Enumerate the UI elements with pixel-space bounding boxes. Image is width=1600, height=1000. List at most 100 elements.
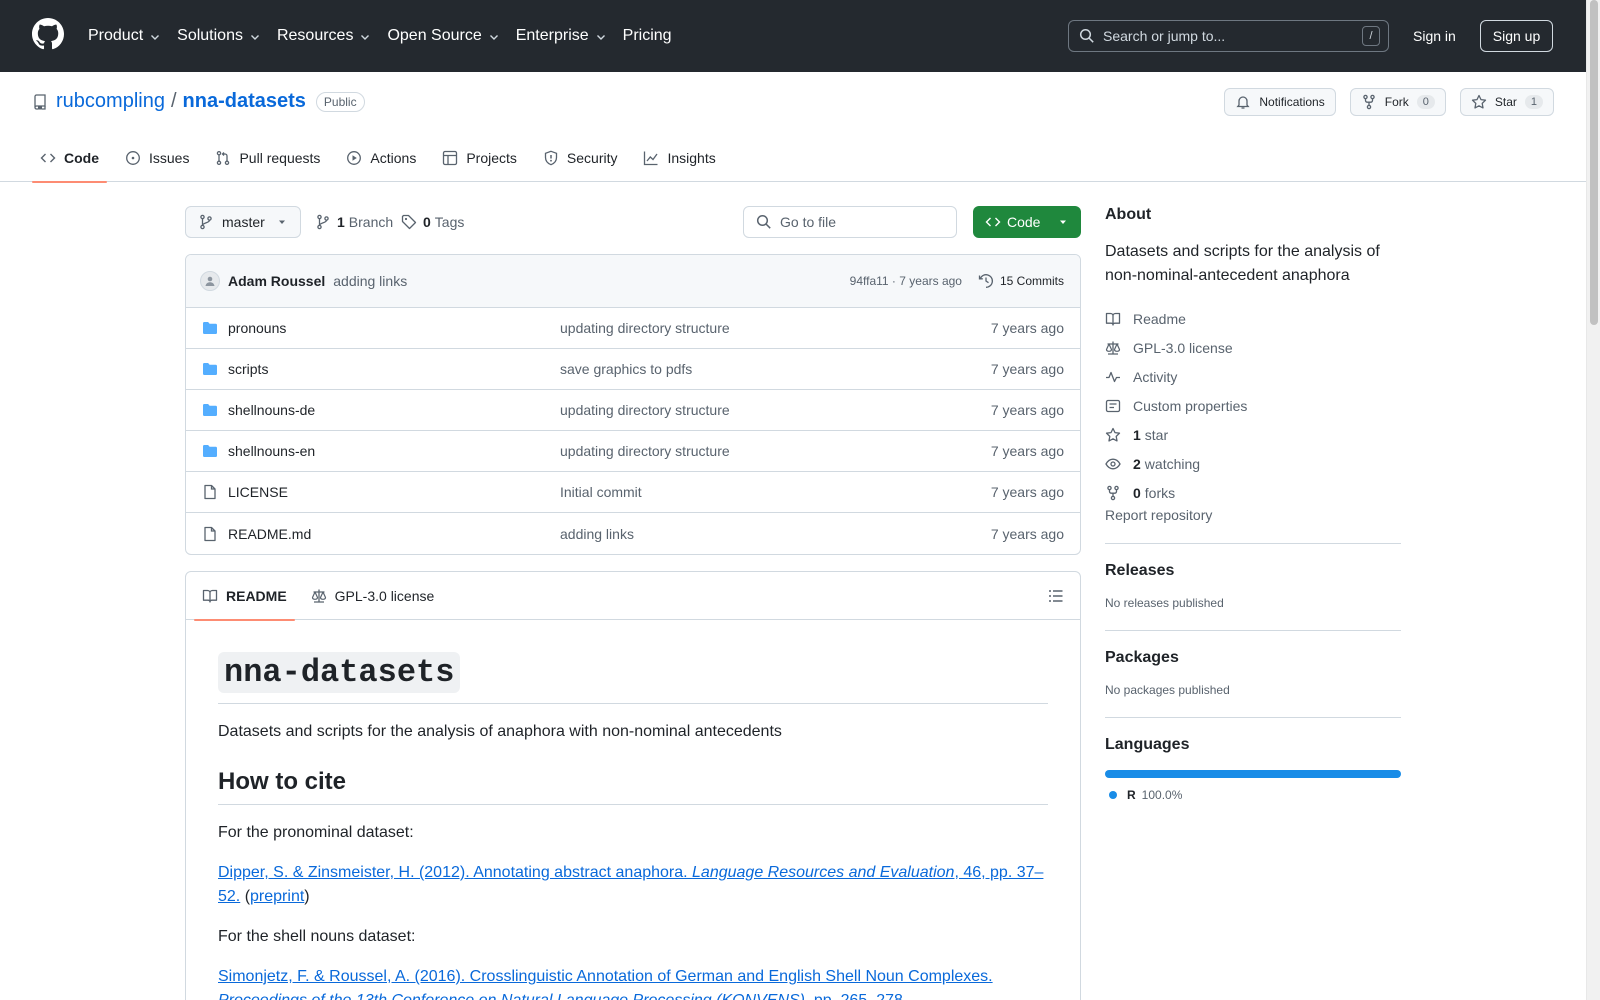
graph-icon bbox=[644, 151, 659, 166]
commit-meta[interactable]: 94ffa11 · 7 years ago bbox=[850, 274, 962, 288]
file-name[interactable]: scripts bbox=[228, 361, 560, 377]
fork-button[interactable]: Fork 0 bbox=[1349, 88, 1446, 116]
forks-link[interactable]: 0 forks bbox=[1105, 478, 1401, 507]
tab-security[interactable]: Security bbox=[535, 134, 626, 182]
report-repository-link[interactable]: Report repository bbox=[1105, 507, 1212, 523]
repo-path-separator: / bbox=[170, 90, 177, 112]
nav-resources-label: Resources bbox=[276, 27, 354, 44]
tab-license[interactable]: GPL-3.0 license bbox=[303, 572, 443, 620]
folder-icon bbox=[203, 322, 217, 334]
license-link[interactable]: GPL-3.0 license bbox=[1105, 333, 1401, 362]
readme-title-code: nna-datasets bbox=[218, 652, 461, 693]
tag-count: 0 bbox=[423, 214, 431, 230]
file-commit-message[interactable]: save graphics to pdfs bbox=[560, 361, 692, 377]
file-name[interactable]: shellnouns-de bbox=[228, 402, 560, 418]
table-row[interactable]: README.md adding links 7 years ago bbox=[186, 513, 1080, 554]
commit-author[interactable]: Adam Roussel bbox=[228, 273, 325, 289]
nav-open-source[interactable]: Open Source bbox=[387, 27, 499, 45]
readme-link[interactable]: Readme bbox=[1105, 304, 1401, 333]
tags-link[interactable]: 0 Tags bbox=[401, 214, 464, 230]
releases-empty: No releases published bbox=[1105, 596, 1224, 610]
citation-2-journal: Proceedings of the 13th Conference on Na… bbox=[218, 992, 805, 1000]
stars-count: 1 bbox=[1133, 426, 1141, 443]
nav-pricing[interactable]: Pricing bbox=[623, 27, 672, 45]
repo-title: rubcompling / nna-datasets Public bbox=[32, 90, 365, 113]
notifications-button[interactable]: Notifications bbox=[1224, 88, 1336, 116]
file-name[interactable]: LICENSE bbox=[228, 484, 560, 500]
file-name[interactable]: pronouns bbox=[228, 320, 560, 336]
list-outline-icon[interactable] bbox=[1048, 588, 1064, 604]
citation-1-journal: Language Resources and Evaluation bbox=[692, 864, 955, 881]
language-percent: 100.0% bbox=[1141, 788, 1183, 802]
law-icon bbox=[1105, 341, 1121, 355]
branches-link[interactable]: 1 Branch bbox=[315, 214, 393, 230]
table-row[interactable]: scripts save graphics to pdfs 7 years ag… bbox=[186, 349, 1080, 390]
eye-icon bbox=[1105, 458, 1121, 469]
global-header: Product Solutions Resources Open Source … bbox=[0, 0, 1600, 72]
scrollbar-thumb[interactable] bbox=[1590, 0, 1598, 325]
releases-heading[interactable]: Releases bbox=[1105, 562, 1401, 580]
book-icon bbox=[202, 589, 218, 603]
table-row[interactable]: shellnouns-en updating directory structu… bbox=[186, 431, 1080, 472]
file-commit-date: 7 years ago bbox=[990, 484, 1064, 500]
table-row[interactable]: pronouns updating directory structure 7 … bbox=[186, 308, 1080, 349]
star-button[interactable]: Star 1 bbox=[1459, 88, 1554, 116]
tab-readme[interactable]: README bbox=[194, 572, 295, 621]
tab-code[interactable]: Code bbox=[32, 134, 107, 183]
tab-actions[interactable]: Actions bbox=[338, 134, 424, 182]
search-icon bbox=[1079, 28, 1094, 43]
code-dropdown-button[interactable]: Code bbox=[973, 206, 1081, 238]
table-row[interactable]: LICENSE Initial commit 7 years ago bbox=[186, 472, 1080, 513]
page-scrollbar[interactable] bbox=[1586, 0, 1600, 1000]
nav-solutions[interactable]: Solutions bbox=[177, 27, 261, 45]
avatar[interactable] bbox=[200, 271, 220, 291]
go-to-file-input[interactable]: Go to file bbox=[743, 206, 957, 238]
nav-enterprise[interactable]: Enterprise bbox=[516, 27, 607, 45]
language-item[interactable]: R 100.0% bbox=[1105, 788, 1401, 802]
custom-properties-link[interactable]: Custom properties bbox=[1105, 391, 1401, 420]
citation-2-link[interactable]: Simonjetz, F. & Roussel, A. (2016). Cros… bbox=[218, 968, 993, 1000]
stars-link[interactable]: 1 star bbox=[1105, 420, 1401, 449]
languages-section: Languages R 100.0% bbox=[1105, 717, 1401, 802]
commit-message[interactable]: adding links bbox=[333, 273, 407, 289]
chevron-down-icon bbox=[151, 35, 160, 40]
tab-pull-requests[interactable]: Pull requests bbox=[207, 134, 328, 182]
language-color-dot bbox=[1109, 791, 1117, 799]
search-icon bbox=[756, 214, 771, 229]
preprint-link[interactable]: preprint bbox=[250, 888, 304, 905]
github-logo-icon[interactable] bbox=[32, 18, 64, 50]
tab-issues[interactable]: Issues bbox=[117, 134, 197, 182]
file-commit-message[interactable]: updating directory structure bbox=[560, 443, 730, 459]
nav-open-source-label: Open Source bbox=[387, 27, 482, 44]
nav-pricing-label: Pricing bbox=[622, 27, 672, 44]
commits-history-link[interactable]: 15 Commits bbox=[978, 273, 1064, 289]
sign-up-button[interactable]: Sign up bbox=[1480, 20, 1553, 52]
tab-projects[interactable]: Projects bbox=[434, 134, 525, 182]
table-icon bbox=[443, 150, 458, 166]
table-row[interactable]: shellnouns-de updating directory structu… bbox=[186, 390, 1080, 431]
repo-owner-link[interactable]: rubcompling bbox=[56, 90, 165, 113]
nav-product[interactable]: Product bbox=[88, 27, 161, 45]
law-icon bbox=[311, 589, 326, 603]
watchers-link[interactable]: 2 watching bbox=[1105, 449, 1401, 478]
pulse-icon bbox=[1106, 371, 1120, 382]
file-commit-date: 7 years ago bbox=[990, 443, 1064, 459]
branch-selector[interactable]: master bbox=[185, 206, 301, 238]
global-search-input[interactable]: Search or jump to... / bbox=[1068, 20, 1389, 52]
file-commit-message[interactable]: updating directory structure bbox=[560, 320, 730, 336]
packages-heading[interactable]: Packages bbox=[1105, 649, 1401, 667]
file-name[interactable]: shellnouns-en bbox=[228, 443, 560, 459]
bell-icon bbox=[1236, 96, 1250, 109]
nav-resources[interactable]: Resources bbox=[277, 27, 371, 45]
citation-1-link[interactable]: Dipper, S. & Zinsmeister, H. (2012). Ann… bbox=[218, 864, 1043, 905]
file-commit-message[interactable]: updating directory structure bbox=[560, 402, 730, 418]
file-name[interactable]: README.md bbox=[228, 526, 560, 542]
activity-link[interactable]: Activity bbox=[1105, 362, 1401, 391]
sign-in-link[interactable]: Sign in bbox=[1413, 26, 1456, 46]
activity-link-label: Activity bbox=[1133, 368, 1178, 385]
readme-citation-2: Simonjetz, F. & Roussel, A. (2016). Cros… bbox=[218, 965, 1048, 1000]
file-commit-message[interactable]: adding links bbox=[560, 526, 634, 542]
repo-name-link[interactable]: nna-datasets bbox=[183, 90, 306, 113]
tab-insights[interactable]: Insights bbox=[635, 134, 723, 182]
file-commit-message[interactable]: Initial commit bbox=[560, 484, 642, 500]
